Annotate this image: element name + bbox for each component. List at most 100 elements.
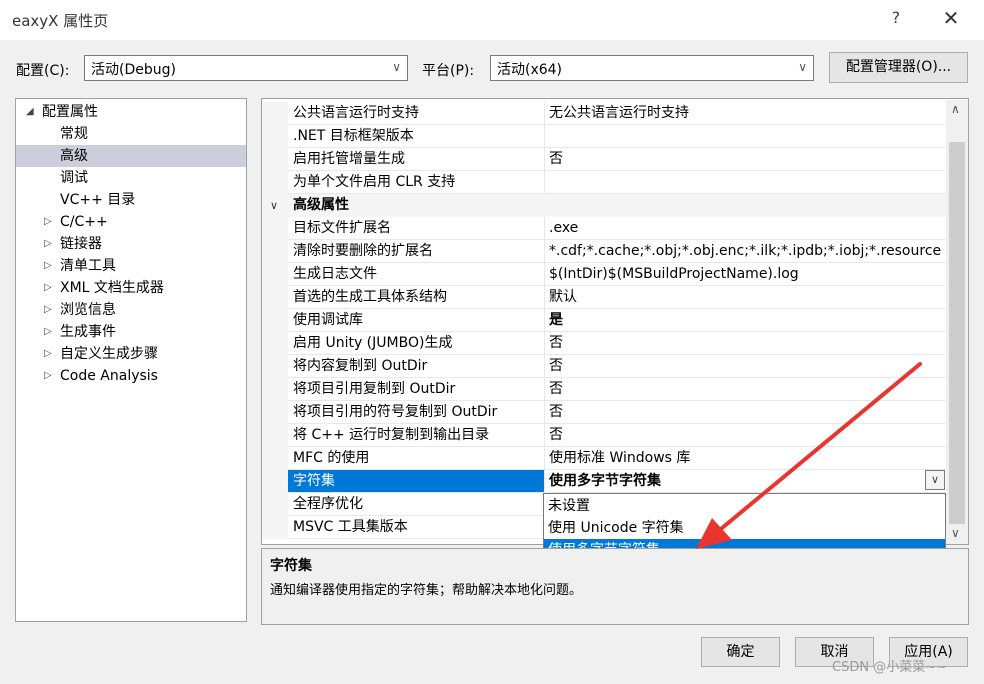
row-margin (262, 263, 288, 286)
property-value: 否 (545, 148, 948, 171)
property-name: .NET 目标框架版本 (288, 125, 545, 148)
help-button[interactable]: ? (884, 8, 908, 32)
property-name: 清除时要删除的扩展名 (288, 240, 545, 263)
property-value: 否 (545, 332, 948, 355)
annotation-arrow (696, 362, 922, 549)
property-name: 将项目引用复制到 OutDir (288, 378, 545, 401)
property-row[interactable]: 启用托管增量生成否 (262, 148, 948, 171)
arrow-shaft (708, 362, 922, 540)
tree-item-label: 调试 (60, 170, 88, 186)
platform-label: 平台(P): (422, 63, 475, 79)
tree-item[interactable]: ▷ 浏览信息 (16, 299, 246, 321)
configuration-manager-button[interactable]: 配置管理器(O)... (829, 52, 968, 83)
property-row[interactable]: 生成日志文件 $(IntDir)$(MSBuildProjectName).log (262, 263, 948, 286)
close-button[interactable]: ✕ (936, 6, 966, 34)
title-bar: eaxyX 属性页 ? ✕ (0, 0, 984, 40)
tree-root-label: 配置属性 (42, 104, 98, 120)
window-title: eaxyX 属性页 (12, 12, 109, 30)
expand-triangle-icon[interactable]: ▷ (44, 277, 56, 299)
property-name: 使用调试库 (288, 309, 545, 332)
row-margin (262, 424, 288, 447)
chevron-down-icon: ∨ (798, 60, 807, 74)
tree-item-label: 链接器 (60, 236, 102, 252)
row-margin (262, 217, 288, 240)
property-name: MSVC 工具集版本 (288, 516, 545, 539)
expand-triangle-icon[interactable]: ▷ (44, 321, 56, 343)
scroll-up-arrow-icon[interactable]: ∧ (951, 102, 960, 116)
scrollbar-thumb[interactable] (949, 142, 965, 524)
expand-triangle-icon[interactable]: ▷ (44, 211, 56, 233)
platform-value: 活动(x64) (497, 62, 563, 78)
tree-root-configuration-properties[interactable]: ◢ 配置属性 (16, 101, 246, 123)
row-margin (262, 355, 288, 378)
expand-triangle-icon[interactable]: ▷ (44, 343, 56, 365)
tree-item[interactable]: ▷ 自定义生成步骤 (16, 343, 246, 365)
property-row[interactable]: 为单个文件启用 CLR 支持 (262, 171, 948, 194)
property-name: 字符集 (288, 470, 545, 493)
tree-item-label: 常规 (60, 126, 88, 142)
chevron-down-icon: ∨ (392, 60, 401, 74)
category-advanced-properties[interactable]: ∨ 高级属性 (262, 194, 948, 217)
description-panel: 字符集 通知编译器使用指定的字符集；帮助解决本地化问题。 (261, 548, 969, 625)
property-name: 启用 Unity (JUMBO)生成 (288, 332, 545, 355)
tree-item[interactable]: ▷ 链接器 (16, 233, 246, 255)
tree-item[interactable]: ▷ Code Analysis (16, 365, 246, 387)
tree-item[interactable]: 常规 (16, 123, 246, 145)
property-name: 全程序优化 (288, 493, 545, 516)
collapse-chevron-icon[interactable]: ∨ (270, 194, 278, 217)
property-value: 是 (545, 309, 948, 332)
property-row[interactable]: 目标文件扩展名 .exe (262, 217, 948, 240)
row-margin (262, 171, 288, 194)
property-name: 将项目引用的符号复制到 OutDir (288, 401, 545, 424)
property-row[interactable]: .NET 目标框架版本 (262, 125, 948, 148)
tree-item[interactable]: ▷ 生成事件 (16, 321, 246, 343)
property-name: 启用托管增量生成 (288, 148, 545, 171)
property-name: MFC 的使用 (288, 447, 545, 470)
tree-item[interactable]: ▷ 清单工具 (16, 255, 246, 277)
config-value: 活动(Debug) (91, 62, 176, 78)
platform-select[interactable]: 活动(x64) ∨ (490, 55, 814, 81)
expand-triangle-icon[interactable]: ▷ (44, 299, 56, 321)
row-margin (262, 332, 288, 355)
watermark: CSDN @小菜菜~~ (832, 660, 947, 675)
expand-triangle-icon[interactable]: ▷ (44, 233, 56, 255)
property-row[interactable]: 公共语言运行时支持 无公共语言运行时支持 (262, 102, 948, 125)
property-name: 将内容复制到 OutDir (288, 355, 545, 378)
row-margin (262, 240, 288, 263)
property-row[interactable]: 使用调试库是 (262, 309, 948, 332)
tree-item[interactable]: 高级 (16, 145, 246, 167)
config-select[interactable]: 活动(Debug) ∨ (84, 55, 408, 81)
expand-triangle-icon[interactable]: ▷ (44, 365, 56, 387)
row-margin (262, 102, 288, 125)
ok-button[interactable]: 确定 (701, 637, 780, 667)
property-row[interactable]: 启用 Unity (JUMBO)生成否 (262, 332, 948, 355)
row-margin (262, 148, 288, 171)
property-value (545, 171, 948, 194)
tree-item[interactable]: VC++ 目录 (16, 189, 246, 211)
tree-item[interactable]: 调试 (16, 167, 246, 189)
property-row[interactable]: 清除时要删除的扩展名 *.cdf;*.cache;*.obj;*.obj.enc;… (262, 240, 948, 263)
property-name: 生成日志文件 (288, 263, 545, 286)
row-margin (262, 401, 288, 424)
row-margin (262, 447, 288, 470)
tree-item[interactable]: ▷ XML 文档生成器 (16, 277, 246, 299)
property-tree: ◢ 配置属性 常规 高级 调试 VC++ 目录 ▷ C/C++ ▷ 链接器 ▷ 清单工具 ▷ XML … (15, 98, 247, 622)
property-value: $(IntDir)$(MSBuildProjectName).log (545, 263, 948, 286)
tree-item[interactable]: ▷ C/C++ (16, 211, 246, 233)
expanded-triangle-icon: ◢ (26, 106, 34, 117)
description-text: 通知编译器使用指定的字符集；帮助解决本地化问题。 (270, 583, 583, 598)
property-name: 公共语言运行时支持 (288, 102, 545, 125)
property-name: 为单个文件启用 CLR 支持 (288, 171, 545, 194)
property-row[interactable]: 首选的生成工具体系结构 默认 (262, 286, 948, 309)
row-margin (262, 125, 288, 148)
scroll-down-arrow-icon[interactable]: ∨ (951, 526, 960, 540)
row-margin (262, 286, 288, 309)
expand-triangle-icon[interactable]: ▷ (44, 255, 56, 277)
tree-item-label: 生成事件 (60, 324, 116, 340)
tree-item-label: 清单工具 (60, 258, 116, 274)
description-title: 字符集 (270, 558, 312, 574)
row-margin (262, 378, 288, 401)
property-value: 默认 (545, 286, 948, 309)
property-value: 无公共语言运行时支持 (545, 102, 948, 125)
tree-item-label: VC++ 目录 (60, 192, 136, 208)
